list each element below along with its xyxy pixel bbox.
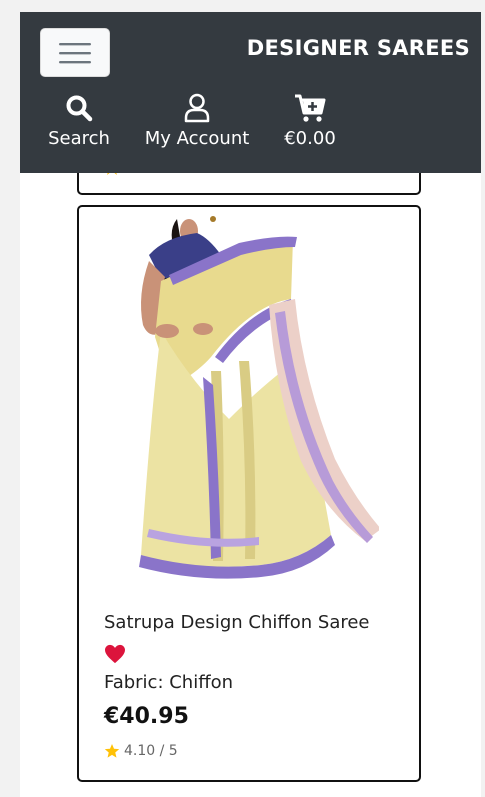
product-card[interactable]: Satrupa Design Chiffon Saree Fabric: Chi… <box>77 205 421 782</box>
product-fabric: Fabric: Chiffon <box>104 672 234 693</box>
brand-title[interactable]: DESIGNER SAREES <box>247 36 470 60</box>
hamburger-icon <box>59 42 91 63</box>
product-price: €40.95 <box>104 704 189 729</box>
menu-toggle-button[interactable] <box>40 28 110 77</box>
nav-search[interactable]: Search <box>48 92 110 149</box>
nav-my-account-label: My Account <box>144 128 250 149</box>
nav-my-account[interactable]: My Account <box>142 92 252 149</box>
rating-value: 4.10 / 5 <box>124 743 178 759</box>
site-header: DESIGNER SAREES Search My Account €0.00 <box>20 12 481 173</box>
search-icon <box>66 95 93 122</box>
product-image[interactable] <box>119 211 379 581</box>
product-title[interactable]: Satrupa Design Chiffon Saree <box>104 612 370 633</box>
heart-icon[interactable] <box>104 644 126 664</box>
nav-search-label: Search <box>48 128 110 149</box>
user-icon <box>184 93 210 123</box>
page: Satrupa Design Chiffon Saree Fabric: Chi… <box>20 12 481 797</box>
star-icon <box>104 744 120 758</box>
cart-plus-icon <box>295 94 326 122</box>
cart-total: €0.00 <box>284 128 336 149</box>
product-rating: 4.10 / 5 <box>104 743 178 759</box>
nav-cart[interactable]: €0.00 <box>282 92 338 149</box>
